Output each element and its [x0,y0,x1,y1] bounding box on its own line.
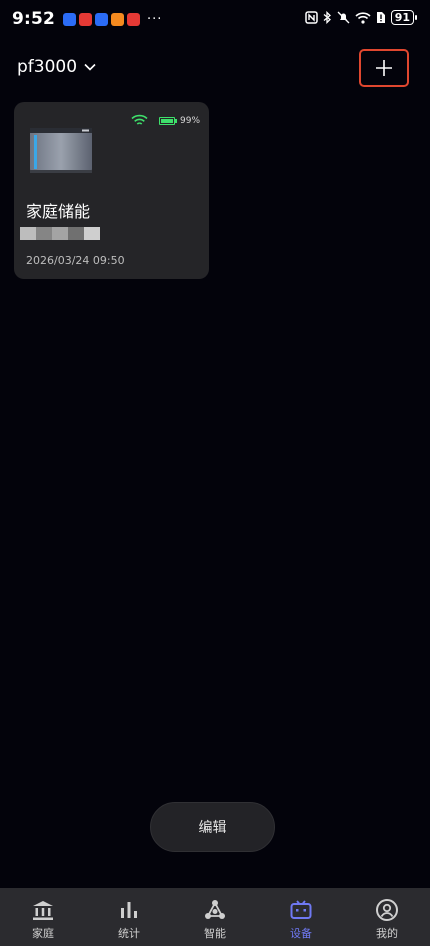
device-name: 家庭储能 [26,202,91,221]
app-notification-icon [111,13,124,26]
status-time: 9:52 [12,9,56,29]
wifi-connected-icon [131,114,148,125]
mute-icon [337,11,350,24]
nav-item-devices[interactable]: 设备 [258,888,344,946]
more-notifications-icon: ··· [147,12,163,27]
home-bank-icon [33,901,53,920]
nav-label-statistics: 统计 [118,927,140,940]
nav-item-home[interactable]: 家庭 [0,888,86,946]
battery-icon [159,117,175,125]
bar-chart-icon [121,902,137,918]
device-serial-redacted [20,227,100,240]
device-battery-indicator: 99% [159,116,200,126]
nav-item-statistics[interactable]: 统计 [86,888,172,946]
app-notification-icon [127,13,140,26]
wifi-status-icon [355,12,371,24]
plus-icon [376,60,392,76]
nav-label-home: 家庭 [32,927,54,940]
status-bar: 9:52 ··· 91 [0,0,430,40]
nav-label-smart: 智能 [204,927,226,940]
battery-percent: 99% [180,116,201,126]
nfc-icon [304,11,318,24]
edit-button[interactable]: 编辑 [150,802,275,852]
bottom-nav: 家庭 统计 智能 设备 我的 [0,888,430,946]
edit-button-label: 编辑 [198,820,227,836]
app-notification-icon [95,13,108,26]
system-icons: 91 [304,10,418,25]
sim-alert-icon [376,12,385,23]
home-name: pf3000 [17,57,78,77]
nav-item-smart[interactable]: 智能 [172,888,258,946]
energy-storage-device-image [30,128,92,173]
bluetooth-icon [323,11,331,24]
home-selector[interactable]: pf3000 [17,57,97,77]
device-icon [290,900,312,919]
chevron-down-icon [84,63,96,71]
user-icon [376,899,398,921]
app-notification-icon [79,13,92,26]
device-timestamp: 2026/03/24 09:50 [26,254,125,267]
nav-label-profile: 我的 [376,927,398,940]
notification-icons: ··· [63,12,162,27]
battery-status: 91 [390,10,418,25]
nav-item-profile[interactable]: 我的 [344,888,430,946]
nav-label-devices: 设备 [290,927,312,940]
app-notification-icon [63,13,76,26]
add-device-button[interactable] [359,49,409,87]
device-card[interactable]: 99% 家庭储能 2026/03/24 09:50 [14,102,209,279]
network-icon [205,900,225,919]
